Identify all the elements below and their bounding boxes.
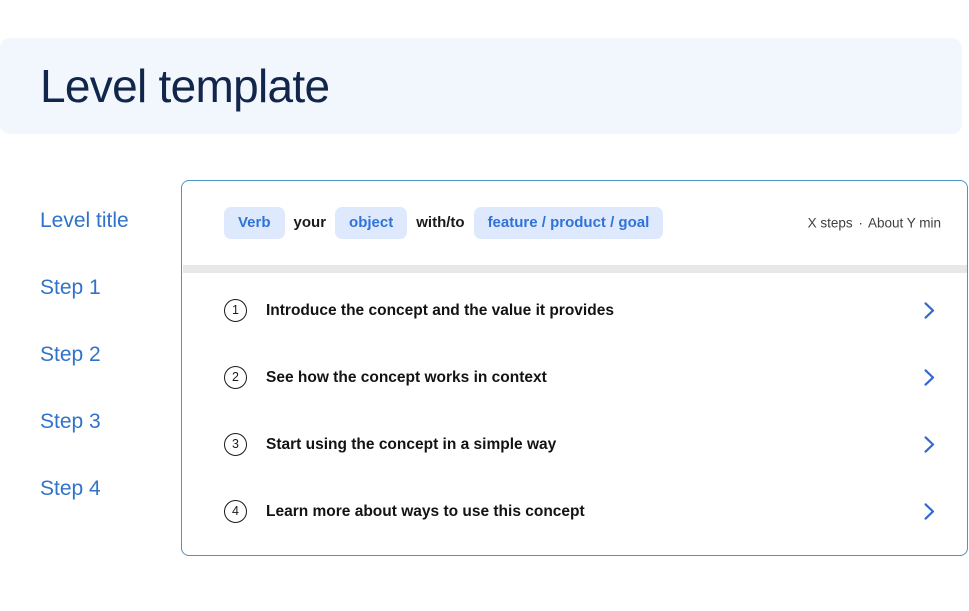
chevron-right-icon[interactable]: [922, 369, 936, 387]
card-header: Verb your object with/to feature / produ…: [182, 181, 967, 265]
phrase-pill-feature-product-goal[interactable]: feature / product / goal: [473, 206, 664, 240]
sidebar: Level title Step 1 Step 2 Step 3 Step 4: [40, 186, 180, 521]
steps-list: 1 Introduce the concept and the value it…: [182, 273, 967, 545]
sidebar-item-step-4[interactable]: Step 4: [40, 454, 180, 521]
phrase-pill-object[interactable]: object: [335, 206, 408, 240]
phrase-text-your: your: [293, 213, 327, 231]
header-banner: Level template: [0, 38, 962, 134]
meta-steps-count: X steps: [807, 215, 853, 231]
card-meta: X steps · About Y min: [808, 216, 941, 231]
chevron-right-icon[interactable]: [922, 503, 936, 521]
step-number-badge: 3: [224, 433, 247, 456]
card-divider: [183, 265, 967, 273]
phrase-text-with-to: with/to: [416, 213, 465, 231]
page-title: Level template: [40, 60, 330, 112]
page-root: Level template Level title Step 1 Step 2…: [0, 0, 969, 611]
sidebar-item-step-3[interactable]: Step 3: [40, 387, 180, 454]
chevron-right-icon[interactable]: [922, 436, 936, 454]
table-row[interactable]: 1 Introduce the concept and the value it…: [182, 277, 967, 344]
level-template-card: Verb your object with/to feature / produ…: [181, 180, 968, 556]
sidebar-item-step-2[interactable]: Step 2: [40, 320, 180, 387]
meta-duration: About Y min: [867, 215, 941, 231]
meta-separator: ·: [858, 215, 863, 231]
table-row[interactable]: 2 See how the concept works in context: [182, 344, 967, 411]
level-title-phrase: Verb your object with/to feature / produ…: [224, 206, 664, 240]
chevron-right-icon[interactable]: [922, 302, 936, 320]
phrase-pill-verb[interactable]: Verb: [224, 206, 285, 240]
sidebar-item-step-1[interactable]: Step 1: [40, 253, 180, 320]
step-number-badge: 2: [224, 366, 247, 389]
step-label: Start using the concept in a simple way: [266, 435, 557, 453]
step-label: Learn more about ways to use this concep…: [266, 502, 585, 520]
step-number-badge: 4: [224, 500, 247, 523]
step-label: See how the concept works in context: [266, 368, 547, 386]
table-row[interactable]: 3 Start using the concept in a simple wa…: [182, 411, 967, 478]
step-label: Introduce the concept and the value it p…: [266, 301, 614, 319]
table-row[interactable]: 4 Learn more about ways to use this conc…: [182, 478, 967, 545]
sidebar-item-level-title[interactable]: Level title: [40, 186, 180, 253]
step-number-badge: 1: [224, 299, 247, 322]
